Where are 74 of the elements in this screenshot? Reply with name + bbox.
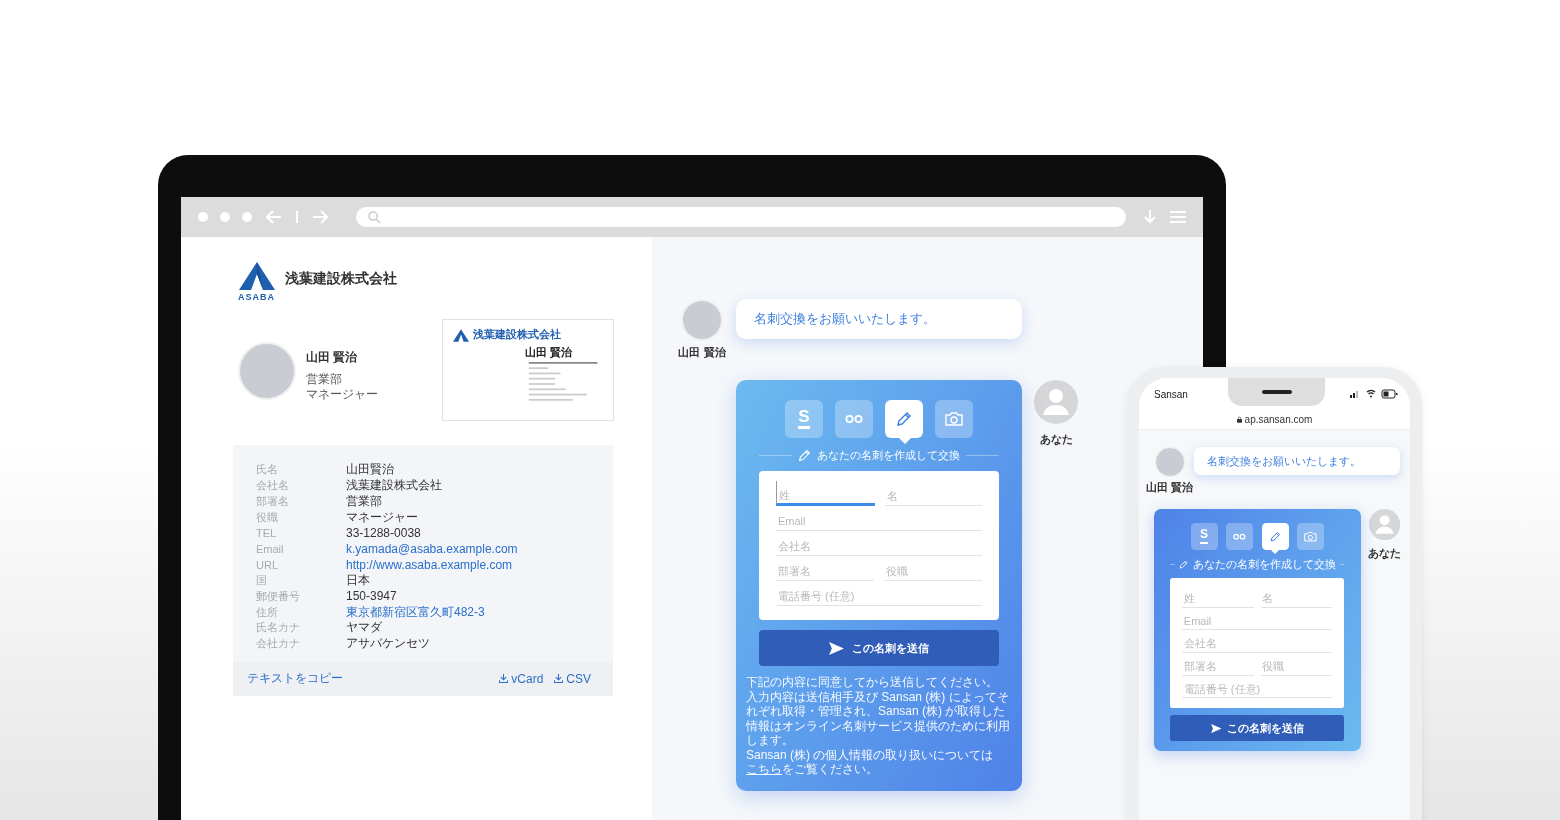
field-label: 氏名カナ <box>256 620 301 636</box>
download-icon <box>554 674 564 684</box>
job-title-text: マネージャー <box>306 387 379 402</box>
field-label: URL <box>256 558 279 571</box>
download-link[interactable]: CSV <box>554 671 591 686</box>
department-text: 営業部 <box>306 372 343 387</box>
address-bar[interactable] <box>356 207 1126 227</box>
field-label: 会社名 <box>256 478 290 494</box>
field-value: マネージャー <box>346 508 418 526</box>
recipient-name: あなた <box>1039 432 1073 447</box>
notice-text: 下記の内容に同意してから送信してください。 入力内容は送信相手及び Sansan (株) によってそれぞれ取得・管理され、Sansan (株) が取得した情報はオンライン名刺サービス提供のために利用します。 Sansan (株) の個人情報の取り扱いについては こちら をご覧ください。 <box>746 675 1011 777</box>
field-label: TEL <box>256 527 278 540</box>
form-title: あなたの名刺を作成して交換 <box>1192 557 1336 573</box>
camera-icon <box>945 411 963 427</box>
send-icon <box>1210 723 1222 733</box>
back-arrow-icon[interactable] <box>266 210 282 224</box>
send-icon <box>829 641 844 655</box>
field-link[interactable]: k.yamada@asaba.example.com <box>346 541 518 556</box>
tab[interactable] <box>935 400 973 438</box>
input-field[interactable]: 姓 <box>776 481 875 506</box>
field-value: 営業部 <box>346 493 382 510</box>
sender-name: 山田 賢治 <box>678 345 726 360</box>
user-silhouette-icon <box>1369 508 1401 541</box>
send-card-button[interactable]: この名刺を送信 <box>1170 715 1345 741</box>
forward-arrow-icon[interactable] <box>312 210 328 224</box>
field-label: 住所 <box>256 604 279 620</box>
field-value: アサバケンセツ <box>346 635 430 653</box>
pencil-icon <box>798 449 811 462</box>
field-label: 会社カナ <box>256 636 301 652</box>
window-dots-icon[interactable] <box>198 212 252 222</box>
field-value: ヤマダ <box>346 619 382 637</box>
field-link[interactable]: http://www.asaba.example.com <box>346 557 513 572</box>
field-value: 山田賢治 <box>346 461 394 479</box>
download-link[interactable]: vCard <box>499 671 544 686</box>
download-icon[interactable] <box>1144 210 1156 224</box>
field-label: Email <box>256 542 285 555</box>
field-value: 150-3947 <box>346 589 397 604</box>
avatar-placeholder <box>681 299 723 341</box>
field-label: 郵便番号 <box>256 588 301 604</box>
field-label: 役職 <box>256 509 279 525</box>
status-icons-drawing <box>1350 389 1398 399</box>
tab[interactable] <box>1226 523 1254 550</box>
form-title: あなたの名刺を作成して交換 <box>817 448 960 463</box>
download-icon <box>499 674 509 684</box>
person-name: 山田 賢治 <box>306 349 359 366</box>
message-bubble: 名刺交換をお願いいたします。 <box>736 299 1022 339</box>
sender-name: 山田 賢治 <box>1146 479 1194 495</box>
field-value: 浅葉建設株式会社 <box>346 477 442 495</box>
tab[interactable] <box>1297 523 1324 550</box>
pencil-icon <box>895 411 913 427</box>
copy-text-link[interactable]: テキストをコピー <box>247 670 343 688</box>
send-card-button[interactable]: この名刺を送信 <box>759 630 999 666</box>
field-label: 国 <box>256 572 268 588</box>
company-logo: ASABA <box>238 262 275 302</box>
user-silhouette-icon <box>1034 380 1078 424</box>
field-value: 日本 <box>346 572 370 589</box>
message-bubble: 名刺交換をお願いいたします。 <box>1193 447 1401 476</box>
card-company-name: 浅葉建設株式会社 <box>473 328 561 342</box>
privacy-link[interactable]: こちら <box>746 762 782 776</box>
tab[interactable] <box>835 400 873 438</box>
card-person-name: 山田 賢治 <box>525 345 574 360</box>
field-link[interactable]: 東京都新宿区富久町482-3 <box>346 603 485 621</box>
avatar-placeholder <box>1154 447 1185 477</box>
search-icon <box>368 210 381 224</box>
company-name: 浅葉建設株式会社 <box>285 270 397 288</box>
field-label: 部署名 <box>256 494 290 509</box>
recipient-name: あなた <box>1368 545 1402 561</box>
field-value: 33-1288-0038 <box>346 526 421 541</box>
url-text: ap.sansan.com <box>1244 414 1313 425</box>
lock-icon <box>1236 416 1242 423</box>
company-logo-icon <box>453 328 469 342</box>
field-label: 氏名 <box>256 462 279 478</box>
carrier-name: Sansan <box>1154 388 1188 400</box>
menu-icon[interactable] <box>1170 210 1186 224</box>
